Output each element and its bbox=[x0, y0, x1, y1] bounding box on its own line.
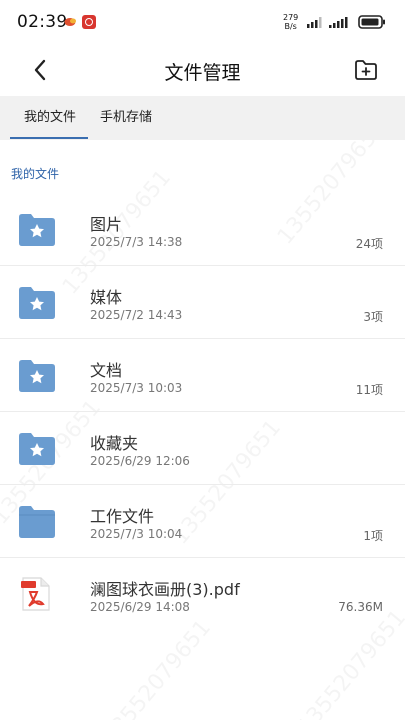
file-name: 澜图球衣画册(3).pdf bbox=[90, 580, 240, 599]
signal-icon bbox=[329, 17, 348, 28]
file-date: 2025/6/29 14:08 bbox=[90, 600, 190, 614]
file-date: 2025/7/3 10:04 bbox=[90, 527, 183, 541]
breadcrumb[interactable]: 我的文件 bbox=[11, 165, 59, 182]
page-title: 文件管理 bbox=[164, 62, 241, 84]
network-speed: 279 B/s bbox=[283, 13, 298, 31]
notification-badge-icon bbox=[82, 15, 96, 29]
file-name: 收藏夹 bbox=[90, 434, 139, 453]
starred-folder-icon bbox=[19, 214, 55, 246]
file-size: 76.36M bbox=[338, 600, 383, 614]
file-date: 2025/7/3 14:38 bbox=[90, 235, 183, 249]
tab-phone-storage[interactable]: 手机存储 bbox=[100, 96, 152, 140]
file-count: 11项 bbox=[355, 383, 383, 397]
starred-folder-icon bbox=[19, 433, 55, 465]
file-date: 2025/6/29 12:06 bbox=[90, 454, 190, 468]
list-item[interactable]: 图片 2025/7/3 14:38 24项 bbox=[0, 193, 405, 266]
file-name: 文档 bbox=[90, 361, 123, 380]
file-list: 图片 2025/7/3 14:38 24项 媒体 2025/7/2 14:43 … bbox=[0, 193, 405, 631]
starred-folder-icon bbox=[19, 360, 55, 392]
list-item[interactable]: 工作文件 2025/7/3 10:04 1项 bbox=[0, 485, 405, 558]
file-count: 1项 bbox=[363, 529, 383, 543]
file-date: 2025/7/3 10:03 bbox=[90, 381, 183, 395]
file-count: 24项 bbox=[355, 237, 383, 251]
pdf-file-icon bbox=[21, 577, 50, 611]
file-name: 图片 bbox=[90, 215, 123, 234]
battery-icon bbox=[358, 15, 385, 29]
tab-bar: 我的文件 手机存储 bbox=[0, 96, 405, 140]
active-tab-indicator bbox=[10, 137, 88, 139]
list-item[interactable]: 收藏夹 2025/6/29 12:06 bbox=[0, 412, 405, 485]
signal-icon bbox=[307, 17, 322, 28]
net-speed-unit: B/s bbox=[284, 22, 297, 31]
starred-folder-icon bbox=[19, 287, 55, 319]
folder-icon bbox=[19, 506, 55, 538]
file-name: 媒体 bbox=[90, 288, 123, 307]
file-count: 3项 bbox=[363, 310, 383, 324]
list-item[interactable]: 文档 2025/7/3 10:03 11项 bbox=[0, 339, 405, 412]
status-time: 02:39 bbox=[17, 12, 68, 32]
app-bar: 文件管理 bbox=[0, 46, 405, 96]
tab-my-files[interactable]: 我的文件 bbox=[12, 96, 88, 140]
list-item[interactable]: 澜图球衣画册(3).pdf 2025/6/29 14:08 76.36M bbox=[0, 558, 405, 631]
status-bar: 02:39 279 B/s bbox=[0, 0, 405, 46]
new-folder-icon[interactable] bbox=[353, 57, 379, 83]
net-speed-value: 279 bbox=[283, 13, 299, 22]
watermark: 13552079651 bbox=[98, 615, 216, 720]
notification-app-icon bbox=[64, 18, 76, 26]
file-name: 工作文件 bbox=[90, 507, 155, 526]
file-date: 2025/7/2 14:43 bbox=[90, 308, 183, 322]
list-item[interactable]: 媒体 2025/7/2 14:43 3项 bbox=[0, 266, 405, 339]
